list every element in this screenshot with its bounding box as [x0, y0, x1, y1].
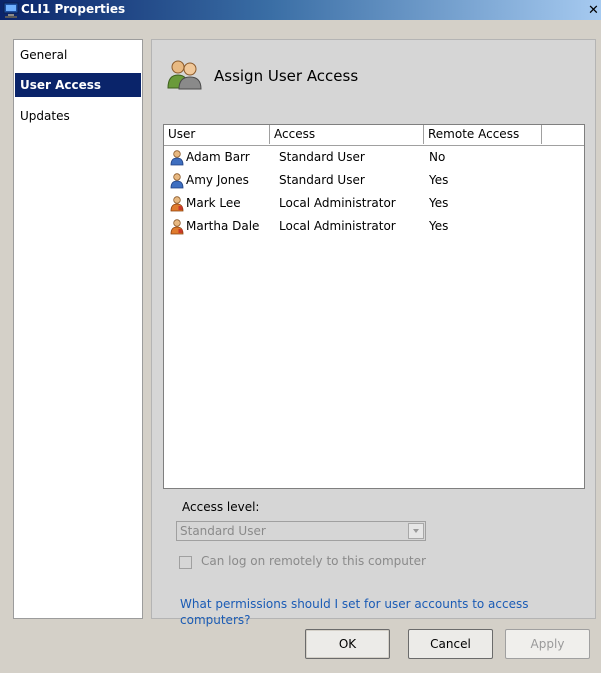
cancel-button[interactable]: Cancel [408, 629, 493, 659]
users-list[interactable]: User Access Remote Access Adam Barr Stan… [163, 124, 585, 489]
cell-access: Local Administrator [279, 196, 396, 210]
nav-item-updates[interactable]: Updates [15, 104, 141, 128]
cell-access: Local Administrator [279, 219, 396, 233]
apply-button[interactable]: Apply [505, 629, 590, 659]
window-title: CLI1 Properties [21, 2, 126, 16]
cell-remote-access: No [429, 150, 446, 164]
access-level-label: Access level: [182, 500, 260, 514]
cell-access: Standard User [279, 173, 365, 187]
cell-remote-access: Yes [429, 219, 449, 233]
list-header: User Access Remote Access [164, 125, 584, 146]
cell-remote-access: Yes [429, 196, 449, 210]
remote-logon-label: Can log on remotely to this computer [201, 554, 426, 568]
remote-logon-checkbox[interactable] [179, 556, 192, 569]
standard-user-icon [170, 150, 184, 166]
cell-user: Mark Lee [186, 196, 241, 210]
chevron-down-icon[interactable] [408, 523, 424, 539]
table-row[interactable]: Martha Dale Local Administrator Yes [164, 216, 584, 237]
title-bar: CLI1 Properties ✕ [0, 0, 601, 20]
column-header-user[interactable]: User [164, 125, 270, 144]
column-header-access[interactable]: Access [270, 125, 424, 144]
table-row[interactable]: Amy Jones Standard User Yes [164, 170, 584, 191]
users-icon [167, 60, 202, 90]
access-level-value: Standard User [180, 524, 266, 538]
nav-item-general[interactable]: General [15, 43, 141, 67]
column-header-remote-access[interactable]: Remote Access [424, 125, 542, 144]
cell-access: Standard User [279, 150, 365, 164]
sidebar-nav: General User Access Updates [13, 39, 143, 619]
cell-remote-access: Yes [429, 173, 449, 187]
table-row[interactable]: Mark Lee Local Administrator Yes [164, 193, 584, 214]
admin-user-icon [170, 219, 184, 235]
table-row[interactable]: Adam Barr Standard User No [164, 147, 584, 168]
admin-user-icon [170, 196, 184, 212]
user-access-panel: Assign User Access User Access Remote Ac… [151, 39, 596, 627]
access-level-dropdown[interactable]: Standard User [176, 521, 426, 541]
cell-user: Amy Jones [186, 173, 249, 187]
computer-icon [3, 2, 19, 18]
nav-item-user-access[interactable]: User Access [15, 73, 141, 97]
section-title: Assign User Access [214, 67, 359, 85]
standard-user-icon [170, 173, 184, 189]
cell-user: Adam Barr [186, 150, 250, 164]
close-button[interactable]: ✕ [586, 3, 601, 18]
cell-user: Martha Dale [186, 219, 260, 233]
permissions-help-link[interactable]: What permissions should I set for user a… [180, 596, 580, 628]
ok-button[interactable]: OK [305, 629, 390, 659]
